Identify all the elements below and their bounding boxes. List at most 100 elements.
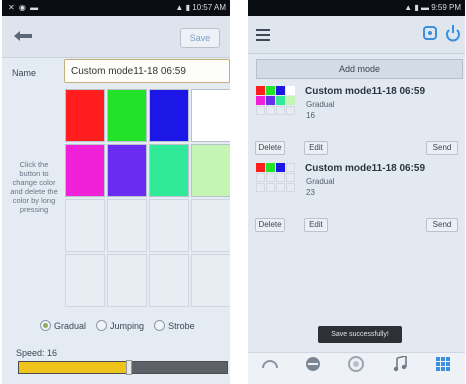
mode-title: Custom mode11-18 06:59 [305,86,426,97]
preview-swatch [276,106,285,115]
preview-swatch [286,163,295,172]
status-time: ▲ ▮ 10:57 AM [175,3,226,12]
color-cell[interactable] [191,254,230,307]
top-icons [422,25,461,43]
mode-title: Custom mode11-18 06:59 [305,163,426,174]
status-time: ▲ ▮ ▬ 9:59 PM [404,3,461,12]
nav-music[interactable] [385,355,415,382]
preview-swatch [256,173,265,182]
preview-swatch [256,183,265,192]
preview-swatch [256,163,265,172]
preview-swatch [276,86,285,95]
send-button[interactable]: Send [426,218,458,232]
color-cell[interactable] [149,254,189,307]
color-cell[interactable] [149,89,189,142]
mode-radio-group: Gradual Jumping Strobe [40,320,195,331]
back-arrow-icon[interactable] [12,28,34,44]
mode-speed: 23 [306,188,315,197]
preview-swatch [276,96,285,105]
radio-label: Gradual [54,320,87,331]
scene-icon [306,356,321,371]
send-button[interactable]: Send [426,141,458,155]
color-cell[interactable] [65,89,105,142]
radio-circle[interactable] [96,320,108,331]
speed-slider-fill [19,362,130,373]
color-cell[interactable] [65,254,105,307]
status-clock: 9:59 PM [431,3,461,12]
color-cell[interactable] [65,199,105,252]
preview-swatch [256,96,265,105]
status-clock: 10:57 AM [192,3,226,12]
save-button[interactable]: Save [180,28,220,48]
preview-swatch [266,106,275,115]
color-cell[interactable] [191,199,230,252]
speed-slider[interactable] [18,360,228,375]
rainbow-icon [261,359,278,368]
add-mode-button[interactable]: Add mode [256,59,463,79]
preview-swatch [276,183,285,192]
preview-swatch [286,183,295,192]
mode-radio-2[interactable]: Strobe [154,320,195,331]
mode-type: Gradual [306,100,335,109]
color-cell[interactable] [107,89,147,142]
preview-swatch [266,163,275,172]
preview-swatch [286,173,295,182]
radio-circle[interactable] [154,320,166,331]
name-field[interactable] [64,59,230,83]
preview-swatch [266,183,275,192]
edit-mode-screen: ✕ ◉ ▬ ▲ ▮ 10:57 AM Save Name Click the b… [2,0,230,384]
edit-button[interactable]: Edit [304,141,328,155]
menu-icon[interactable] [256,28,270,41]
mode-speed: 16 [306,111,315,120]
color-grid [65,89,230,315]
preview-swatch [266,86,275,95]
delete-button[interactable]: Delete [255,218,285,232]
nav-custom[interactable] [341,355,371,382]
delete-button[interactable]: Delete [255,141,285,155]
color-cell[interactable] [149,144,189,197]
color-cell[interactable] [149,199,189,252]
preview-swatch [276,163,285,172]
preview-swatch [266,96,275,105]
color-cell[interactable] [107,199,147,252]
name-label: Name [12,68,37,78]
top-bar [248,16,465,54]
power-icon[interactable] [445,25,461,43]
signal-icons: ▲ ▮ [175,3,193,12]
preview-swatch [266,173,275,182]
color-cell[interactable] [191,89,230,142]
color-cell[interactable] [107,144,147,197]
preview-swatch [256,106,265,115]
radio-circle[interactable] [40,320,51,331]
color-cell[interactable] [107,254,147,307]
color-hint-text: Click the button to change color and del… [10,160,58,214]
toast-message: Save successfully! [318,326,402,343]
color-cell[interactable] [191,144,230,197]
edit-button[interactable]: Edit [304,218,328,232]
signal-icons: ▲ ▮ ▬ [404,3,432,12]
bottom-nav [248,352,465,384]
nav-grid[interactable] [428,356,458,382]
custom-mode-icon [348,355,365,372]
preview-swatch [286,96,295,105]
notification-icons: ✕ ◉ ▬ [8,3,40,12]
status-bar: ✕ ◉ ▬ ▲ ▮ 10:57 AM [2,0,230,16]
top-bar: Save [2,16,230,58]
mode-color-preview [256,86,296,115]
radio-label: Jumping [110,320,145,331]
nav-scene[interactable] [298,356,328,382]
mode-type: Gradual [306,177,335,186]
preview-swatch [276,173,285,182]
speed-slider-handle[interactable] [126,360,133,375]
preview-swatch [286,86,295,95]
nav-rainbow[interactable] [255,356,285,382]
color-cell[interactable] [65,144,105,197]
music-icon [393,355,407,371]
mode-list-screen: ▲ ▮ ▬ 9:59 PM Add mode Custom mode11-18 … [248,0,465,384]
preview-swatch [286,106,295,115]
timer-icon[interactable] [422,25,438,41]
speed-label: Speed: 16 [16,348,58,358]
grid-icon [436,356,451,371]
mode-radio-0[interactable]: Gradual [40,320,86,331]
mode-radio-1[interactable]: Jumping [96,320,144,331]
